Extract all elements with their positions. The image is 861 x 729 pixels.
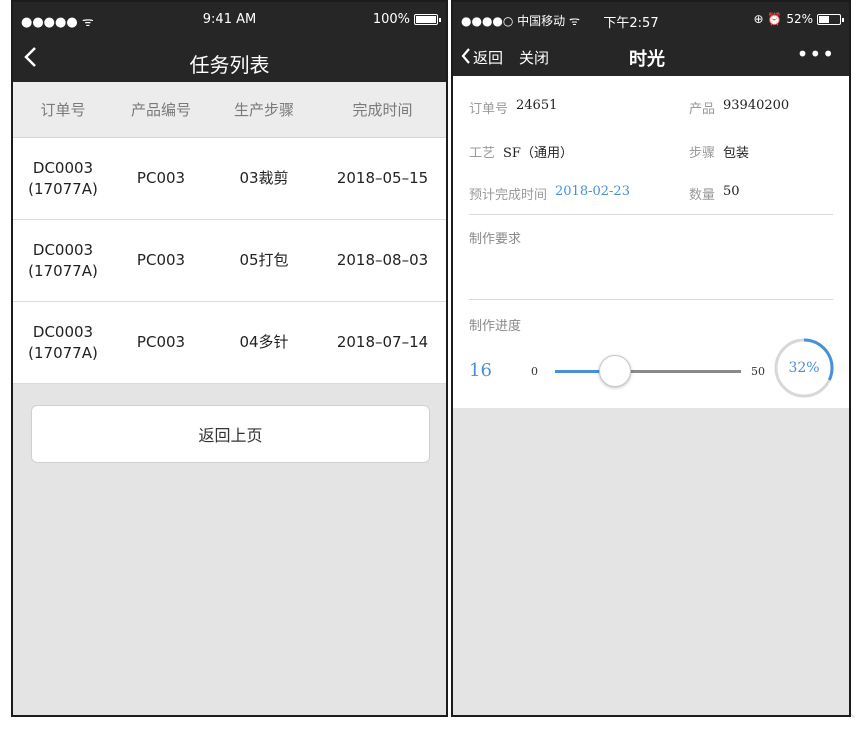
divider <box>469 299 833 300</box>
date-cell: 2018–08–03 <box>336 251 429 269</box>
page-title: 时光 <box>629 49 665 70</box>
product-cell: PC003 <box>136 333 186 351</box>
header-order: 订单号 <box>40 101 86 119</box>
divider <box>469 214 833 215</box>
order-subcode: (17077A) <box>28 261 98 280</box>
nav-bar: 任务列表 <box>13 38 446 82</box>
header-step: 生产步骤 <box>233 101 294 119</box>
qty-label: 数量 <box>689 188 716 203</box>
order-cell: DC0003 (17077A) <box>13 138 113 219</box>
page-title: 任务列表 <box>189 53 270 77</box>
back-label: 返回 <box>473 49 504 67</box>
table-row[interactable]: DC0003 (17077A) PC003 04多针 2018–07–14 <box>13 302 446 384</box>
battery-icon <box>817 13 844 25</box>
header-date: 完成时间 <box>352 101 413 119</box>
order-cell: DC0003 (17077A) <box>13 220 113 301</box>
progress-ring: 32% <box>773 337 835 399</box>
qty-value: 50 <box>723 184 740 199</box>
order-number: DC0003 <box>32 240 94 259</box>
nav-bar: 返回 关闭 时光 ••• <box>453 38 849 76</box>
info-row: 订单号 24651 产品 93940200 <box>469 98 833 117</box>
order-cell: DC0003 (17077A) <box>13 302 113 383</box>
requirements-label: 制作要求 <box>469 232 522 247</box>
back-to-previous-button[interactable]: 返回上页 <box>31 405 430 463</box>
status-bar: ●●●●○ 中国移动 ᯤ 下午2:57 ⊕ ⏰ 52% <box>453 2 849 38</box>
product-label: 产品 <box>689 102 716 117</box>
more-icon[interactable]: ••• <box>797 42 835 66</box>
progress-slider[interactable] <box>555 355 741 387</box>
right-phone-screen: ●●●●○ 中国移动 ᯤ 下午2:57 ⊕ ⏰ 52% 返回 关闭 时光 •••… <box>451 0 851 717</box>
date-cell: 2018–05–15 <box>336 169 429 187</box>
step-value: 包装 <box>723 146 750 161</box>
step-cell: 03裁剪 <box>239 169 289 187</box>
table-row[interactable]: DC0003 (17077A) PC003 03裁剪 2018–05–15 <box>13 138 446 220</box>
battery-percent: 100% <box>372 12 410 27</box>
battery-group: ⊕ ⏰ 52% <box>753 12 844 26</box>
battery-group: 100% <box>372 12 441 27</box>
step-cell: 05打包 <box>239 251 289 269</box>
order-number: DC0003 <box>32 158 94 177</box>
battery-icon <box>414 14 441 25</box>
product-cell: PC003 <box>136 251 186 269</box>
left-phone-screen: ●●●●● ᯤ 9:41 AM 100% 任务列表 订单号 产品编号 生产步骤 … <box>11 0 448 717</box>
process-label: 工艺 <box>469 146 496 161</box>
chevron-left-icon <box>461 47 471 68</box>
info-row: 预计完成时间 2018-02-23 数量 50 <box>469 184 833 203</box>
step-label: 步骤 <box>689 146 716 161</box>
order-subcode: (17077A) <box>28 343 98 362</box>
progress-value: 16 <box>469 360 492 381</box>
order-number: DC0003 <box>32 322 94 341</box>
table-row[interactable]: DC0003 (17077A) PC003 05打包 2018–08–03 <box>13 220 446 302</box>
order-detail-card: 订单号 24651 产品 93940200 工艺 SF（通用） 步骤 包装 预计完成时间… <box>453 76 849 408</box>
battery-percent: 52% <box>786 12 813 26</box>
alarm-icon: ⊕ ⏰ <box>753 12 783 26</box>
back-button[interactable]: 返回 <box>461 47 503 68</box>
order-label: 订单号 <box>469 102 509 117</box>
product-value: 93940200 <box>723 98 790 113</box>
info-row: 工艺 SF（通用） 步骤 包装 <box>469 142 833 161</box>
date-cell: 2018–07–14 <box>336 333 429 351</box>
close-button[interactable]: 关闭 <box>519 47 549 68</box>
due-label: 预计完成时间 <box>469 188 548 203</box>
due-value: 2018-02-23 <box>555 184 630 199</box>
progress-min: 0 <box>531 365 538 378</box>
progress-percent: 32% <box>788 360 820 376</box>
header-product: 产品编号 <box>130 101 191 119</box>
status-bar: ●●●●● ᯤ 9:41 AM 100% <box>13 2 446 38</box>
corner-mark: ⸜ <box>850 707 856 720</box>
table-header: 订单号 产品编号 生产步骤 完成时间 <box>13 82 446 138</box>
progress-row: 16 0 50 32% <box>469 330 849 400</box>
step-cell: 04多针 <box>239 333 289 351</box>
process-value: SF（通用） <box>503 146 573 161</box>
slider-thumb[interactable] <box>598 355 631 387</box>
order-subcode: (17077A) <box>28 179 98 198</box>
product-cell: PC003 <box>136 169 186 187</box>
order-value: 24651 <box>516 98 558 113</box>
progress-max: 50 <box>751 365 765 378</box>
